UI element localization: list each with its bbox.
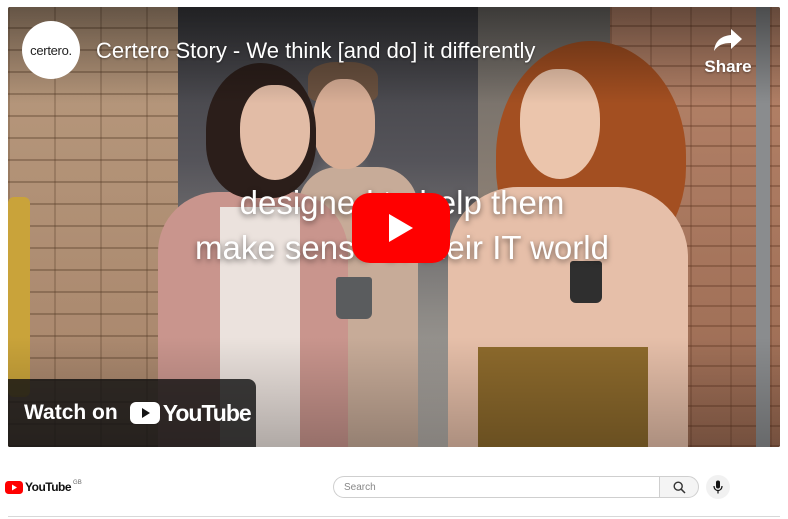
channel-logo-text: certero. bbox=[30, 42, 72, 58]
microphone-icon bbox=[713, 480, 723, 494]
youtube-home-logo[interactable]: YouTube GB bbox=[5, 480, 82, 494]
search-box bbox=[333, 476, 659, 498]
share-label: Share bbox=[704, 57, 752, 76]
watch-on-youtube-button[interactable]: Watch on YouTube bbox=[8, 379, 256, 447]
video-title[interactable]: Certero Story - We think [and do] it dif… bbox=[96, 38, 535, 64]
search-button[interactable] bbox=[659, 476, 699, 498]
youtube-logo-icon bbox=[129, 402, 160, 424]
play-icon bbox=[389, 214, 413, 242]
youtube-masthead: YouTube GB bbox=[0, 460, 788, 519]
channel-avatar[interactable]: certero. bbox=[22, 21, 80, 79]
player-top-bar: certero. Certero Story - We think [and d… bbox=[8, 7, 780, 87]
share-button[interactable]: Share bbox=[698, 27, 758, 77]
masthead-divider bbox=[8, 516, 780, 517]
youtube-wordmark-text: YouTube bbox=[162, 399, 252, 426]
search-input[interactable] bbox=[344, 480, 644, 494]
youtube-logo-icon bbox=[5, 480, 23, 494]
search-icon bbox=[672, 480, 686, 494]
watch-on-label: Watch on bbox=[24, 401, 118, 424]
youtube-logo-text: YouTube bbox=[25, 480, 72, 494]
country-code: GB bbox=[73, 480, 82, 486]
video-player[interactable]: certero. Certero Story - We think [and d… bbox=[8, 7, 780, 447]
play-button[interactable] bbox=[352, 193, 450, 263]
share-arrow-icon bbox=[714, 29, 742, 51]
youtube-wordmark: YouTube bbox=[129, 399, 252, 427]
voice-search-button[interactable] bbox=[706, 475, 730, 499]
